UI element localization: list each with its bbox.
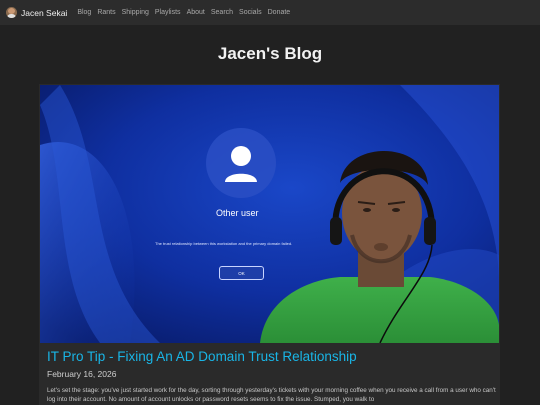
login-error-message: The trust relationship between this work… [155, 241, 293, 246]
nav-link-shipping[interactable]: Shipping [122, 9, 149, 16]
thumbnail-image [40, 85, 499, 343]
login-ok-button: OK [219, 266, 264, 280]
page-title: Jacen's Blog [217, 44, 323, 63]
post-date: February 16, 2026 [47, 369, 117, 379]
login-user-label: Other user [216, 208, 259, 218]
brand-name: Jacen Sekai [21, 7, 68, 18]
brand-link[interactable]: Jacen Sekai [6, 7, 67, 18]
nav-link-about[interactable]: About [187, 9, 205, 16]
nav-link-socials[interactable]: Socials [239, 9, 262, 16]
nav-link-rants[interactable]: Rants [97, 9, 115, 16]
nav-link-playlists[interactable]: Playlists [155, 9, 181, 16]
post-thumbnail[interactable] [40, 85, 499, 343]
avatar-icon [6, 7, 17, 18]
nav-link-donate[interactable]: Donate [268, 9, 291, 16]
nav-link-blog[interactable]: Blog [77, 9, 91, 16]
post-excerpt: Let's set the stage: you've just started… [47, 387, 496, 403]
nav-link-search[interactable]: Search [211, 9, 233, 16]
post-title-link[interactable]: IT Pro Tip - Fixing An AD Domain Trust R… [47, 349, 357, 364]
navbar: Jacen Sekai Blog Rants Shipping Playlist… [0, 0, 540, 25]
nav-links: Blog Rants Shipping Playlists About Sear… [77, 9, 290, 16]
